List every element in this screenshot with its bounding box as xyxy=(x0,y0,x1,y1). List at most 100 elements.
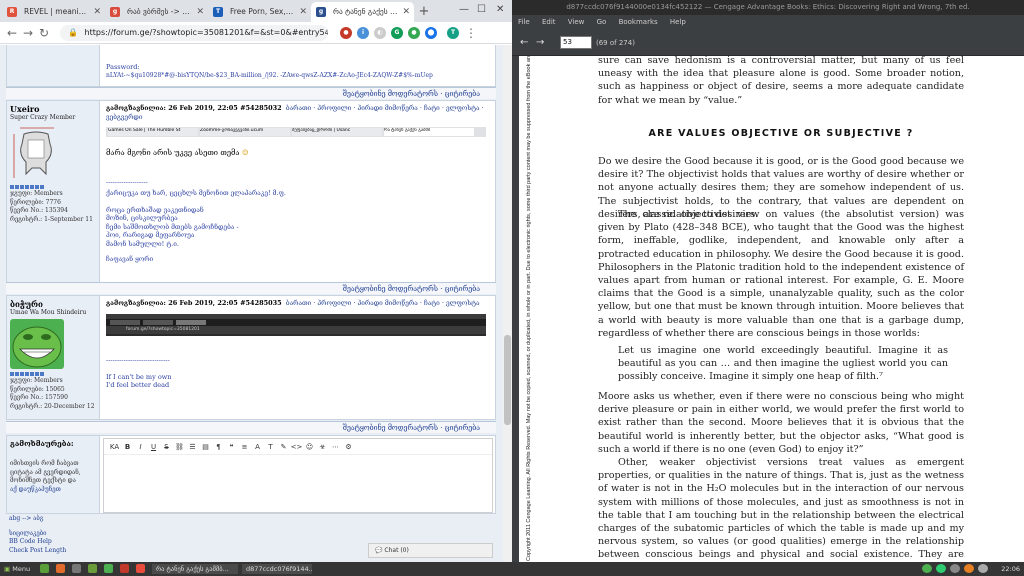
tray-icon[interactable] xyxy=(950,564,960,573)
quote-link[interactable]: აქ დაუწკაპუნეთ xyxy=(10,486,96,495)
tab-forum-active[interactable]: g რა ტანენ გაქეს გამმბ ✕ xyxy=(311,2,414,22)
show-desktop-icon[interactable] xyxy=(40,564,49,573)
next-page-icon[interactable]: → xyxy=(536,37,552,48)
password-label: Password: xyxy=(106,63,140,71)
menu-view[interactable]: View xyxy=(568,18,585,26)
username[interactable]: Uxeiro xyxy=(10,104,96,114)
extension-icon[interactable]: ⬤ xyxy=(425,26,437,39)
menu-file[interactable]: File xyxy=(518,18,530,26)
post-actions[interactable]: ბარათი · პროფილი · პირადი მიმოწერა · ჩატ… xyxy=(286,299,480,307)
page-scrollbar[interactable] xyxy=(503,45,512,562)
taskbar-window-browser[interactable]: რა ტანენ გაქეს გამმბ... xyxy=(152,564,238,574)
close-icon[interactable]: ✕ xyxy=(299,2,307,22)
font-color-icon[interactable]: A xyxy=(251,443,264,451)
chat-widget[interactable]: 💬 Chat (0) xyxy=(368,543,493,558)
settings-icon[interactable]: ⚙ xyxy=(342,443,355,451)
start-menu[interactable]: ▣ Menu xyxy=(4,565,30,573)
menu-go[interactable]: Go xyxy=(597,18,607,26)
extension-icon[interactable]: G xyxy=(391,26,403,39)
pen-icon[interactable]: ✎ xyxy=(277,443,290,451)
tab-revel[interactable]: R REVEL | meaning in the ✕ xyxy=(2,2,105,22)
back-icon[interactable]: ← xyxy=(4,26,20,40)
scrollbar-thumb[interactable] xyxy=(504,335,511,425)
clock[interactable]: 22:06 xyxy=(1001,565,1020,573)
profile-avatar[interactable]: T xyxy=(447,26,459,39)
bbcode-help-link[interactable]: BB Code Help xyxy=(9,538,94,547)
close-icon[interactable]: ✕ xyxy=(402,2,410,22)
menu-help[interactable]: Help xyxy=(670,18,686,26)
app-icon[interactable] xyxy=(120,564,129,573)
forward-icon[interactable]: → xyxy=(20,26,36,40)
minimize-icon[interactable]: — xyxy=(459,4,469,15)
extension-icon[interactable]: ● xyxy=(340,26,352,39)
reload-icon[interactable]: ↻ xyxy=(36,26,52,40)
quote-icon[interactable]: ❝ xyxy=(225,443,238,451)
tray-icon[interactable] xyxy=(964,564,974,573)
paragraph: Moore asks us whether, even if there wer… xyxy=(598,391,964,455)
check-length-link[interactable]: Check Post Length xyxy=(9,547,94,556)
emoji-icon[interactable]: ☺ xyxy=(303,443,316,451)
italic-icon[interactable]: I xyxy=(134,443,147,451)
firefox-icon[interactable] xyxy=(56,564,65,573)
post-footer[interactable]: შეატყობინე მოდერატორს · ციტირება xyxy=(6,421,496,433)
tab-forum-2[interactable]: g რაბ ვბრმეს -> თბ ✕ xyxy=(105,2,208,22)
post-previous: Password: nLYAt-~$qu10928*#@-bisYTQN/be-… xyxy=(6,45,496,87)
close-icon[interactable]: ✕ xyxy=(93,2,101,22)
biohazard-icon[interactable]: ☣ xyxy=(316,443,329,451)
footer-links[interactable]: შეატყობინე მოდერატორს · ციტირება xyxy=(343,90,480,98)
font-size-icon[interactable]: T xyxy=(264,443,277,451)
terminal-icon[interactable] xyxy=(72,564,81,573)
close-window-icon[interactable]: ✕ xyxy=(496,4,504,15)
maximize-icon[interactable]: ☐ xyxy=(477,4,486,15)
page-number-input[interactable]: 53 xyxy=(560,36,592,49)
username[interactable]: ბიჭური xyxy=(10,299,96,309)
chat-label: Chat (0) xyxy=(384,547,409,554)
desktop: R REVEL | meaning in the ✕ g რაბ ვბრმეს … xyxy=(0,0,1024,576)
tab-favicon-icon: R xyxy=(7,7,17,17)
extension-icon[interactable]: i xyxy=(357,26,369,39)
footer-links[interactable]: შეატყობინე მოდერატორს · ციტირება xyxy=(343,424,480,432)
post-footer[interactable]: შეატყობინე მოდერატორს · ციტირება xyxy=(6,282,496,294)
extension-icon[interactable]: ● xyxy=(408,26,420,39)
menu-bookmarks[interactable]: Bookmarks xyxy=(619,18,658,26)
app-icon[interactable] xyxy=(104,564,113,573)
footer-links[interactable]: შეატყობინე მოდერატორს · ციტირება xyxy=(343,285,480,293)
reply-textarea[interactable]: KA B I U S ⛓ ☰ ▤ ¶ ❝ ≡ A T ✎ <> ☺ ☣ ⋯ ⚙ xyxy=(103,438,493,513)
paragraph-icon[interactable]: ¶ xyxy=(212,443,225,451)
tray-icon[interactable] xyxy=(922,564,932,573)
signature-line: ----------------------------- xyxy=(106,356,170,364)
align-icon[interactable]: ≡ xyxy=(238,443,251,451)
extension-icon[interactable]: ◐ xyxy=(374,26,386,39)
tray-icon[interactable] xyxy=(936,564,946,573)
address-bar[interactable]: 🔒 https://forum.ge/?showtopic=35081201&f… xyxy=(60,24,328,41)
post-footer[interactable]: შეატყობინე მოდერატორს · ციტირება xyxy=(6,87,496,99)
close-icon[interactable]: ✕ xyxy=(196,2,204,22)
new-tab-button[interactable]: + xyxy=(414,2,434,22)
menu-edit[interactable]: Edit xyxy=(542,18,556,26)
tab-video[interactable]: T Free Porn, Sex, Tube Vid ✕ xyxy=(208,2,311,22)
image-icon[interactable]: ▤ xyxy=(199,443,212,451)
code-icon[interactable]: <> xyxy=(290,443,303,451)
smilies-link[interactable]: სიცილაკები xyxy=(9,530,94,539)
bold-icon[interactable]: B xyxy=(121,443,134,451)
more-icon[interactable]: ⋯ xyxy=(329,443,342,451)
post-uxeiro: Uxeiro Super Crazy Member ჯგუფი: Members… xyxy=(6,100,496,284)
network-icon[interactable] xyxy=(978,564,988,573)
list-icon[interactable]: ☰ xyxy=(186,443,199,451)
post-header: გამოგზავნილია: 26 Feb 2019, 22:05 #54285… xyxy=(106,299,492,308)
signature-text: მოზინ, ცისკილურბეა xyxy=(106,214,178,222)
browser-toolbar: ← → ↻ 🔒 https://forum.ge/?showtopic=3508… xyxy=(0,22,512,44)
embedded-screenshot: forum.ge/?showtopic=35081201 xyxy=(106,314,486,336)
prev-page-icon[interactable]: ← xyxy=(520,37,536,48)
underline-icon[interactable]: U xyxy=(147,443,160,451)
app-icon[interactable] xyxy=(136,564,145,573)
signature-text: როცა ერთხაშად ვაკეთნიდან xyxy=(106,205,204,214)
link-icon[interactable]: ⛓ xyxy=(173,443,186,451)
strike-icon[interactable]: S xyxy=(160,443,173,451)
translit-link[interactable]: abg --> აბგ xyxy=(9,515,94,524)
post-date: გამოგზავნილია: 26 Feb 2019, 22:05 #54285… xyxy=(106,104,282,112)
menu-kebab-icon[interactable]: ⋮ xyxy=(463,26,479,40)
files-icon[interactable] xyxy=(88,564,97,573)
lang-toggle[interactable]: KA xyxy=(108,443,121,451)
taskbar-window-pdf[interactable]: d877ccdc076f9144... xyxy=(242,564,312,574)
